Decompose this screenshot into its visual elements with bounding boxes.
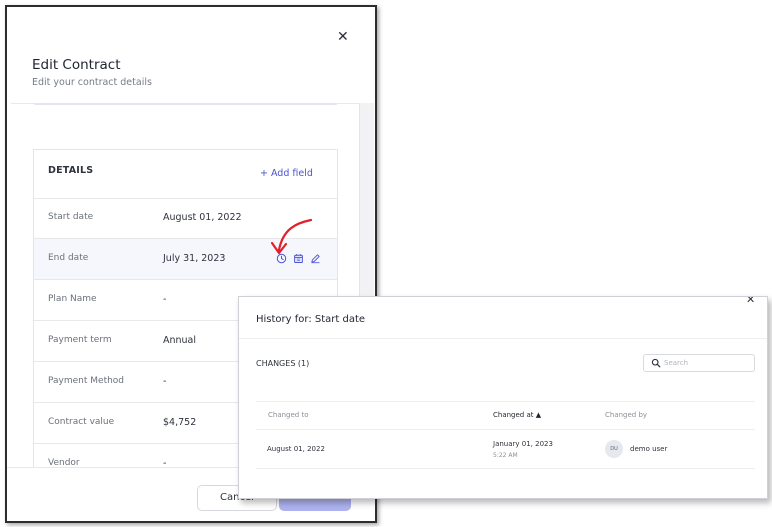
search-box[interactable] — [643, 354, 755, 372]
detail-label: Payment term — [48, 335, 112, 345]
detail-value: $4,752 — [163, 417, 197, 428]
column-header-changed-by[interactable]: Changed by — [605, 411, 647, 419]
changed-to-value: August 01, 2022 — [267, 445, 325, 453]
history-popover: ✕ History for: Start date CHANGES (1) Ch… — [238, 296, 768, 499]
history-divider — [239, 338, 767, 339]
detail-row-end-date[interactable]: End date July 31, 2023 — [34, 239, 337, 280]
detail-value: August 01, 2022 — [163, 212, 242, 223]
details-title: DETAILS — [48, 165, 94, 176]
detail-value: - — [163, 294, 167, 305]
add-field-button[interactable]: + Add field — [260, 168, 313, 179]
changes-count-label: CHANGES (1) — [256, 359, 310, 368]
details-header: DETAILS + Add field — [34, 150, 337, 199]
history-title: History for: Start date — [256, 314, 366, 325]
table-header-divider — [256, 429, 755, 430]
detail-value: Annual — [163, 335, 197, 346]
changed-by-value: demo user — [630, 445, 668, 453]
calendar-icon[interactable] — [293, 253, 304, 264]
panel-subtitle: Edit your contract details — [32, 77, 152, 88]
table-divider — [256, 401, 755, 402]
search-input[interactable] — [664, 356, 752, 370]
avatar: DU — [605, 440, 623, 458]
column-header-changed-at[interactable]: Changed at ▲ — [493, 411, 541, 419]
detail-label: Plan Name — [48, 294, 97, 304]
edit-pencil-icon[interactable] — [310, 253, 321, 264]
search-icon — [651, 358, 661, 368]
detail-label: Contract value — [48, 417, 115, 427]
section-accent-line — [34, 103, 337, 105]
detail-label: Payment Method — [48, 376, 125, 386]
panel-title: Edit Contract — [32, 57, 121, 73]
table-row-divider — [256, 468, 755, 469]
close-icon[interactable]: ✕ — [337, 29, 349, 45]
detail-row-start-date: Start date August 01, 2022 — [34, 198, 337, 239]
detail-value: July 31, 2023 — [163, 253, 226, 264]
changed-at-time: 5:22 AM — [493, 452, 518, 459]
column-header-changed-to[interactable]: Changed to — [268, 411, 309, 419]
detail-label: End date — [48, 253, 89, 263]
row-actions — [276, 253, 326, 267]
history-icon[interactable] — [276, 253, 287, 264]
detail-label: Start date — [48, 212, 94, 222]
close-icon[interactable]: ✕ — [746, 297, 755, 306]
changed-at-date: January 01, 2023 — [493, 440, 553, 448]
detail-value: - — [163, 376, 167, 387]
